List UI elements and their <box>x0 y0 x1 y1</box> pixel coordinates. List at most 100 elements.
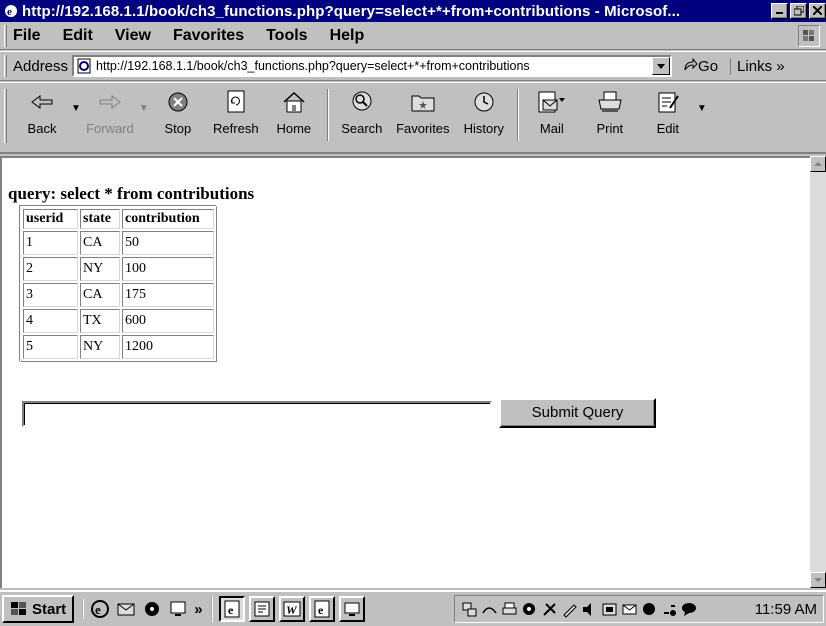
address-dropdown-button[interactable] <box>652 57 671 75</box>
cell-userid: 2 <box>23 257 78 281</box>
restore-button[interactable] <box>790 3 807 19</box>
cell-contribution: 50 <box>122 231 214 255</box>
vertical-scrollbar[interactable] <box>810 156 826 588</box>
tray-mail-icon[interactable] <box>621 601 638 618</box>
title-bar[interactable]: e http://192.168.1.1/book/ch3_functions.… <box>0 0 826 22</box>
ie-page-icon: e <box>314 600 330 618</box>
taskbar: Start e » e W e 11:59 AM <box>0 590 826 626</box>
mail-button[interactable]: Mail <box>523 89 581 136</box>
windows-logo-icon <box>798 25 820 47</box>
menu-tools[interactable]: Tools <box>266 27 307 45</box>
cell-contribution: 175 <box>122 283 214 307</box>
history-icon <box>474 92 494 112</box>
outlook-quicklaunch-icon[interactable] <box>116 599 136 619</box>
address-input[interactable]: http://192.168.1.1/book/ch3_functions.ph… <box>72 55 673 77</box>
window-title: http://192.168.1.1/book/ch3_functions.ph… <box>22 2 681 20</box>
header-contribution: contribution <box>122 209 214 229</box>
tray-speaker-icon[interactable] <box>581 601 598 618</box>
tray-sync-icon[interactable] <box>661 601 678 618</box>
tray-antivirus-icon[interactable] <box>521 601 538 618</box>
cell-userid: 4 <box>23 309 78 333</box>
forward-label: Forward <box>86 121 134 136</box>
task-desktop-window[interactable] <box>338 596 365 622</box>
svg-text:W: W <box>286 603 298 617</box>
tray-tools-icon[interactable] <box>541 601 558 618</box>
menu-view[interactable]: View <box>115 27 151 45</box>
tray-printer-icon[interactable] <box>501 601 518 618</box>
task-ie-window-2[interactable]: e <box>308 596 335 622</box>
arrow-up-icon <box>814 162 822 166</box>
quicklaunch-more-icon[interactable]: » <box>194 601 202 618</box>
tray-chat-icon[interactable] <box>681 601 698 618</box>
mail-icon <box>538 91 565 113</box>
forward-dropdown-icon[interactable]: ▼ <box>139 103 149 114</box>
back-label: Back <box>27 121 57 136</box>
links-button[interactable]: Links » <box>730 57 785 75</box>
favorites-label: Favorites <box>396 121 450 136</box>
back-button[interactable]: Back <box>13 89 71 136</box>
history-button[interactable]: History <box>455 89 513 136</box>
task-buttons: e W e <box>210 596 365 622</box>
home-button[interactable]: Home <box>265 89 323 136</box>
cell-contribution: 600 <box>122 309 214 333</box>
favorites-button[interactable]: Favorites <box>391 89 455 136</box>
menu-favorites[interactable]: Favorites <box>173 27 244 45</box>
app-window-icon <box>254 601 270 617</box>
query-heading: query: select * from contributions <box>8 184 255 203</box>
query-input[interactable] <box>22 401 492 427</box>
minimize-button[interactable] <box>771 3 788 19</box>
history-label: History <box>463 121 505 136</box>
table-row: 5 NY 1200 <box>23 335 214 359</box>
tray-pen-icon[interactable] <box>561 601 578 618</box>
printer-icon <box>598 91 622 112</box>
menu-grip <box>4 24 7 47</box>
submit-query-button[interactable]: Submit Query <box>499 398 656 428</box>
close-button[interactable] <box>809 3 826 19</box>
tray-connection-icon[interactable] <box>481 601 498 618</box>
task-app-window[interactable] <box>248 596 275 622</box>
stop-icon <box>168 92 188 112</box>
cell-userid: 3 <box>23 283 78 307</box>
menu-edit[interactable]: Edit <box>63 27 93 45</box>
tray-device-icon[interactable] <box>601 601 618 618</box>
forward-button[interactable]: Forward <box>81 89 139 136</box>
media-quicklaunch-icon[interactable] <box>142 599 162 619</box>
print-label: Print <box>596 121 624 136</box>
tray-media-icon[interactable] <box>641 601 658 618</box>
edit-button[interactable]: Edit <box>639 89 697 136</box>
scroll-down-button[interactable] <box>810 572 826 588</box>
back-arrow-icon <box>31 95 53 109</box>
table-row: 3 CA 175 <box>23 283 214 307</box>
search-button[interactable]: Search <box>333 89 391 136</box>
svg-text:e: e <box>95 602 101 617</box>
scroll-up-button[interactable] <box>810 156 826 172</box>
print-button[interactable]: Print <box>581 89 639 136</box>
address-url: http://192.168.1.1/book/ch3_functions.ph… <box>96 59 530 73</box>
cell-state: CA <box>80 283 120 307</box>
stop-button[interactable]: Stop <box>149 89 207 136</box>
tray-network-icon[interactable] <box>461 601 478 618</box>
desktop-quicklaunch-icon[interactable] <box>168 599 188 619</box>
task-ie-window[interactable]: e <box>218 596 245 622</box>
clock[interactable]: 11:59 AM <box>755 601 817 618</box>
refresh-button[interactable]: Refresh <box>207 89 265 136</box>
menu-help[interactable]: Help <box>330 27 365 45</box>
back-dropdown-icon[interactable]: ▼ <box>71 103 81 114</box>
cell-state: CA <box>80 231 120 255</box>
windows-flag-icon <box>11 602 26 615</box>
cell-contribution: 100 <box>122 257 214 281</box>
table-row: 2 NY 100 <box>23 257 214 281</box>
menu-file[interactable]: File <box>13 27 41 45</box>
go-arrow-icon <box>684 58 698 71</box>
standard-toolbar: Back ▼ Forward ▼ Stop Refresh Home Searc… <box>0 82 826 154</box>
edit-dropdown-icon[interactable]: ▼ <box>697 103 707 114</box>
start-button[interactable]: Start <box>2 595 75 623</box>
home-label: Home <box>276 121 312 136</box>
task-word-window[interactable]: W <box>278 596 305 622</box>
forward-arrow-icon <box>99 95 121 109</box>
ie-quicklaunch-icon[interactable]: e <box>90 599 110 619</box>
go-button[interactable]: Go <box>682 58 718 75</box>
arrow-down-icon <box>814 578 822 582</box>
cell-state: NY <box>80 335 120 359</box>
cell-userid: 1 <box>23 231 78 255</box>
